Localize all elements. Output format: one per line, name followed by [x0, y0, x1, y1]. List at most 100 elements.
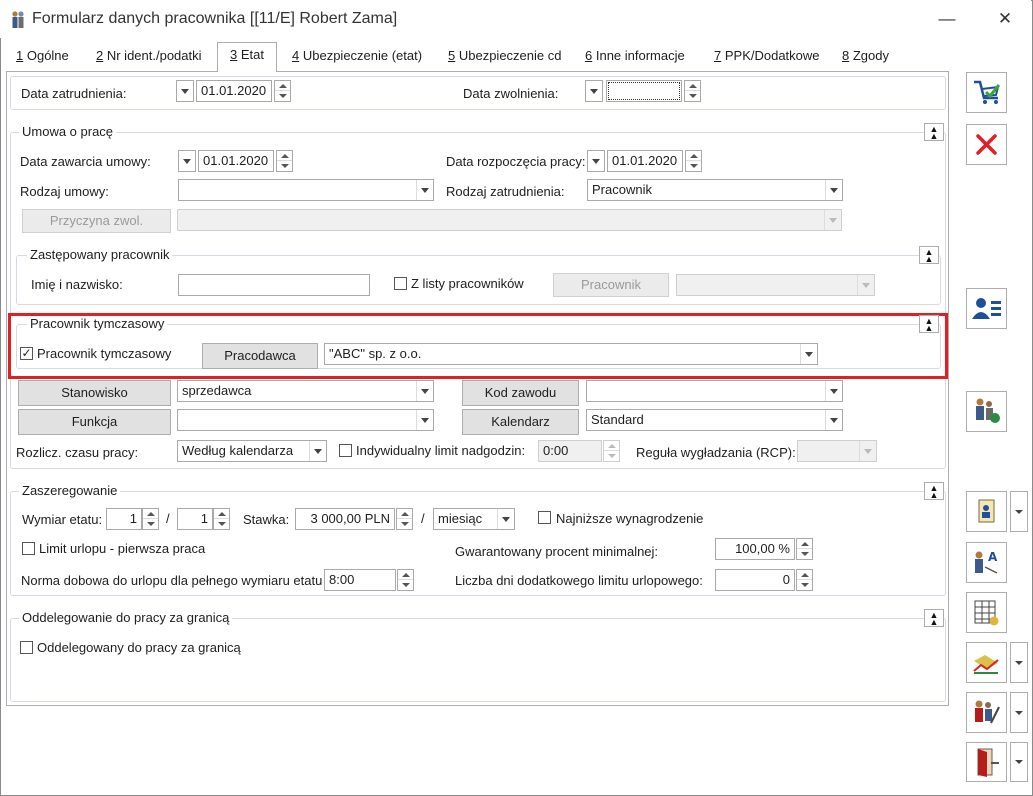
hire-date-dropdown[interactable]: [176, 80, 194, 102]
close-icon: [976, 134, 997, 155]
tab-ubezpieczenie-cd[interactable]: 5 Ubezpieczenie cd: [442, 44, 567, 70]
settlement-select[interactable]: Według kalendarza: [177, 440, 327, 462]
settlement-arrow[interactable]: [309, 441, 326, 461]
min-wage-checkbox[interactable]: [538, 511, 551, 524]
fte-denominator-spinner[interactable]: [213, 508, 230, 530]
leave-limit-checkbox[interactable]: [22, 542, 35, 555]
close-window-button[interactable]: ✕: [990, 6, 1020, 32]
documents-button[interactable]: [966, 491, 1007, 532]
temp-worker-collapse-button[interactable]: ▲ ▲: [919, 315, 939, 333]
exit-door-menu-arrow[interactable]: [1010, 742, 1028, 782]
function-select[interactable]: [177, 409, 434, 431]
termination-reason-arrow[interactable]: [824, 210, 841, 230]
abroad-section: [10, 618, 946, 702]
calendar-value: Standard: [591, 412, 644, 427]
occupation-code-button[interactable]: Kod zawodu: [462, 380, 579, 406]
charts-menu-arrow[interactable]: [1010, 642, 1028, 683]
daily-norm-input[interactable]: 8:00: [324, 569, 396, 591]
save-button[interactable]: [966, 72, 1007, 113]
substitute-collapse-button[interactable]: ▲ ▲: [919, 246, 939, 264]
rate-input[interactable]: 3 000,00 PLN: [295, 508, 395, 530]
termination-reason-button[interactable]: Przyczyna zwol.: [22, 209, 171, 233]
tab-inne-informacje[interactable]: 6 Inne informacje: [579, 44, 691, 70]
calendar-select[interactable]: Standard: [586, 409, 843, 431]
attendance-button[interactable]: A: [966, 542, 1007, 583]
overtime-limit-spinner[interactable]: [603, 440, 620, 462]
charts-button[interactable]: [966, 642, 1007, 683]
hire-date-spinner[interactable]: [274, 80, 291, 102]
termination-reason-select[interactable]: [177, 209, 842, 231]
function-arrow[interactable]: [416, 410, 433, 430]
abroad-checkbox[interactable]: [20, 641, 33, 654]
calendar-arrow[interactable]: [825, 410, 842, 430]
tab-zgody[interactable]: 8 Zgody: [836, 44, 895, 70]
start-date-input[interactable]: 01.01.2020: [607, 150, 683, 172]
window-title: Formularz danych pracownika [[11/E] Robe…: [32, 10, 398, 27]
tab-ogolne[interactable]: 1 Ogólne: [10, 44, 75, 70]
position-button[interactable]: Stanowisko: [18, 380, 171, 406]
tab-ubezpieczenie-etat[interactable]: 4 Ubezpieczenie (etat): [286, 44, 428, 70]
edit-people-button[interactable]: [966, 692, 1007, 733]
edit-people-menu-arrow[interactable]: [1010, 692, 1028, 733]
release-date-spinner[interactable]: [684, 80, 701, 102]
substitute-name-input[interactable]: [178, 274, 370, 296]
svg-text:A: A: [988, 550, 998, 564]
employee-card-button[interactable]: [966, 288, 1007, 329]
documents-menu-arrow[interactable]: [1010, 491, 1028, 532]
employment-type-select[interactable]: Pracownik: [587, 179, 843, 201]
conclusion-date-input[interactable]: 01.01.2020: [198, 150, 274, 172]
calendar-button[interactable]: Kalendarz: [462, 409, 579, 435]
employment-type-arrow[interactable]: [825, 180, 842, 200]
guaranteed-percent-input[interactable]: 100,00 %: [715, 538, 795, 560]
tab-etat[interactable]: 3 Etat: [217, 42, 277, 72]
fte-numerator-spinner[interactable]: [142, 508, 159, 530]
minimize-button[interactable]: —: [932, 6, 962, 32]
schedule-button[interactable]: [966, 592, 1007, 633]
rate-spinner[interactable]: [396, 508, 413, 530]
substitute-employee-button[interactable]: Pracownik: [553, 273, 669, 297]
release-date-input[interactable]: [606, 80, 682, 102]
overtime-limit-input[interactable]: 0:00: [538, 440, 602, 462]
overtime-limit-checkbox[interactable]: [339, 444, 352, 457]
release-date-dropdown[interactable]: [585, 80, 603, 102]
rcp-rule-arrow[interactable]: [859, 441, 876, 461]
start-date-dropdown[interactable]: [587, 150, 605, 172]
substitute-employee-select[interactable]: [676, 274, 875, 296]
settlement-label: Rozlicz. czasu pracy:: [16, 445, 139, 460]
fte-denominator-input[interactable]: 1: [177, 508, 213, 530]
tab-nr-ident-podatki[interactable]: 2 Nr ident./podatki: [90, 44, 208, 70]
contract-collapse-button[interactable]: ▲ ▲: [924, 123, 944, 141]
calendar-grid-icon: [974, 600, 999, 626]
guaranteed-percent-spinner[interactable]: [796, 538, 813, 560]
contract-type-arrow[interactable]: [416, 180, 433, 200]
fte-label: Wymiar etatu:: [22, 512, 103, 527]
cancel-button[interactable]: [966, 124, 1007, 165]
from-list-checkbox[interactable]: [394, 277, 407, 290]
daily-norm-spinner[interactable]: [397, 569, 414, 591]
conclusion-date-dropdown[interactable]: [178, 150, 196, 172]
exit-door-button[interactable]: [966, 742, 1007, 782]
occupation-code-select[interactable]: [586, 380, 843, 402]
substitute-employee-arrow[interactable]: [857, 275, 874, 295]
start-date-spinner[interactable]: [685, 150, 702, 172]
function-button[interactable]: Funkcja: [18, 409, 171, 435]
extra-leave-days-spinner[interactable]: [796, 569, 813, 591]
hire-date-input[interactable]: 01.01.2020: [196, 80, 272, 102]
contract-type-select[interactable]: [178, 179, 434, 201]
fte-numerator-input[interactable]: 1: [106, 508, 142, 530]
family-button[interactable]: [966, 391, 1007, 432]
abroad-collapse-button[interactable]: ▲ ▲: [924, 609, 944, 627]
grading-collapse-button[interactable]: ▲ ▲: [924, 482, 944, 500]
substitute-name-label: Imię i nazwisko:: [31, 277, 123, 292]
people-pencil-icon: [975, 700, 1000, 724]
occupation-code-arrow[interactable]: [825, 381, 842, 401]
position-arrow[interactable]: [416, 381, 433, 401]
tab-ppk-dodatkowe[interactable]: 7 PPK/Dodatkowe: [708, 44, 826, 70]
rate-period-arrow[interactable]: [497, 509, 514, 529]
position-select[interactable]: sprzedawca: [177, 380, 434, 402]
temp-worker-highlight: [8, 313, 948, 379]
hire-date-label: Data zatrudnienia:: [21, 86, 127, 101]
start-date-label: Data rozpoczęcia pracy:: [446, 154, 586, 169]
conclusion-date-spinner[interactable]: [276, 150, 293, 172]
extra-leave-days-input[interactable]: 0: [715, 569, 795, 591]
